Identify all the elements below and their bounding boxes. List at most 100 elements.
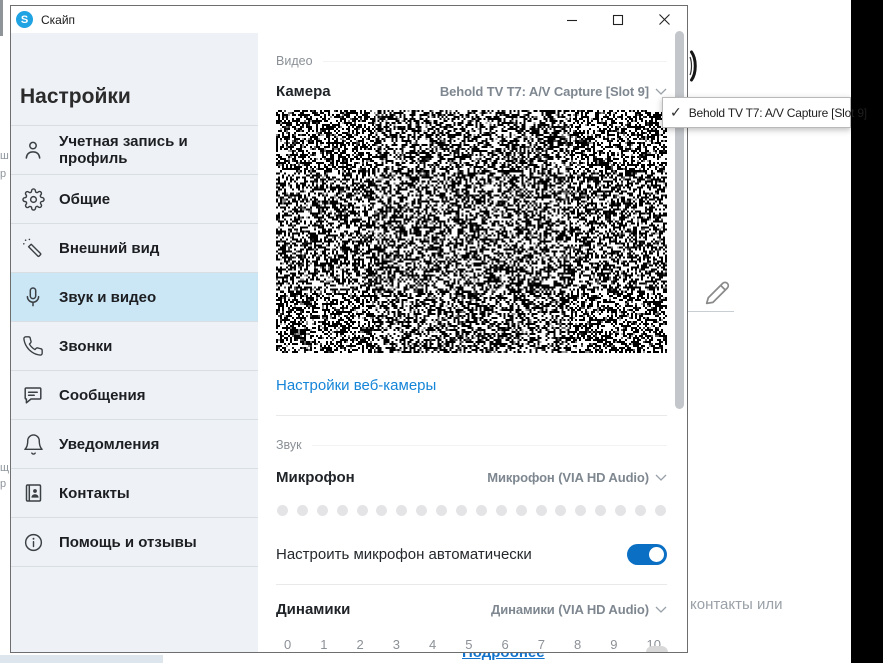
mic-level-dot [456,505,467,516]
microphone-device-dropdown[interactable]: Микрофон (VIA HD Audio) [487,470,667,485]
background-window-strip [0,655,163,663]
clipped-text-fragment: р [0,478,9,490]
window-title: Скайп [41,13,75,27]
chevron-down-icon [655,88,667,95]
scrollbar-thumb[interactable] [675,31,684,409]
sidebar-item-appearance[interactable]: Внешний вид [11,224,258,273]
gear-icon [20,186,46,212]
mic-level-dot [595,505,606,516]
volume-tick: 0 [284,637,291,652]
speakers-device-value: Динамики (VIA HD Audio) [491,602,649,617]
mic-level-dot [396,505,407,516]
bell-icon [20,431,46,457]
camera-device-value: Behold TV T7: A/V Capture [Slot 9] [440,84,649,99]
sidebar-item-notifications[interactable]: Уведомления [11,420,258,469]
section-divider-line [323,61,667,62]
mic-level-dot [655,505,666,516]
mic-level-meter [276,505,667,516]
chevron-down-icon [655,606,667,613]
video-section-label: Видео [276,54,313,68]
mic-level-dot [575,505,586,516]
maximize-icon [612,14,624,26]
camera-preview-static [276,110,667,353]
volume-slider-thumb[interactable] [646,646,668,653]
background-window-edge [0,0,3,36]
video-section-header: Видео [276,54,667,68]
skype-logo-icon: S [16,11,33,28]
microphone-icon [20,284,46,310]
sidebar-item-account[interactable]: Учетная запись и профиль [11,126,258,175]
sidebar-item-label: Внешний вид [59,240,173,257]
background-field-underline [688,311,734,312]
message-icon [20,382,46,408]
sidebar-item-help[interactable]: Помощь и отзывы [11,518,258,567]
auto-adjust-label: Настроить микрофон автоматически [276,546,532,563]
clipped-text-fragment: р [0,168,9,180]
close-icon [658,13,671,26]
sidebar-item-label: Помощь и отзывы [59,534,211,551]
sidebar-item-label: Контакты [59,485,144,502]
settings-sidebar: Настройки Учетная запись и профиль Общие В… [11,33,258,652]
sidebar-item-label: Звук и видео [59,289,170,306]
camera-device-dropdown[interactable]: Behold TV T7: A/V Capture [Slot 9] [440,84,667,99]
sidebar-item-messaging[interactable]: Сообщения [11,371,258,420]
chevron-down-icon [655,474,667,481]
pencil-icon[interactable] [702,276,734,308]
background-partial-text: контакты или [690,596,782,613]
volume-tick: 3 [393,637,400,652]
sound-section-label: Звук [276,438,302,452]
window-controls [549,6,687,33]
sound-section-header: Звук [276,438,667,452]
person-icon [20,137,46,163]
speakers-row: Динамики Динамики (VIA HD Audio) [276,599,667,619]
sidebar-item-label: Звонки [59,338,126,355]
camera-dropdown-popup-item[interactable]: ✓ Behold TV T7: A/V Capture [Slot 9] [662,97,851,128]
speakers-device-dropdown[interactable]: Динамики (VIA HD Audio) [491,602,667,617]
volume-tick: 2 [357,637,364,652]
mic-level-dot [376,505,387,516]
settings-dialog: S Скайп Настройки Учетная запись [10,5,688,653]
mic-level-dot [536,505,547,516]
checkmark-icon: ✓ [670,104,682,121]
sidebar-item-general[interactable]: Общие [11,175,258,224]
volume-tick: 8 [574,637,581,652]
volume-tick: 1 [320,637,327,652]
volume-tick: 9 [610,637,617,652]
sidebar-item-calls[interactable]: Звонки [11,322,258,371]
content-divider [276,415,667,416]
contact-card-icon [20,480,46,506]
volume-tick: 4 [429,637,436,652]
auto-adjust-toggle[interactable] [627,544,667,565]
mic-level-dot [476,505,487,516]
mic-level-dot [496,505,507,516]
dialog-body: Настройки Учетная запись и профильОбщиеВ… [11,33,687,652]
sidebar-item-label: Учетная запись и профиль [59,133,258,167]
sidebar-item-audio-video[interactable]: Звук и видео [11,273,258,322]
desktop-black-area [851,0,883,663]
mic-level-dot [555,505,566,516]
mic-level-dot [357,505,368,516]
settings-nav: Учетная запись и профиль Общие Внешний вид… [11,125,258,567]
mic-level-dot [635,505,646,516]
close-button[interactable] [641,6,687,33]
settings-heading: Настройки [20,85,258,109]
section-divider-line [312,445,667,446]
settings-content: Видео Камера Behold TV T7: A/V Capture [… [258,33,687,652]
minimize-icon [566,14,578,26]
clipped-text-fragment: ш [0,150,9,162]
mic-level-dot [436,505,447,516]
phone-icon [20,333,46,359]
microphone-label: Микрофон [276,469,355,486]
content-divider [276,584,667,585]
webcam-settings-link[interactable]: Настройки веб-камеры [276,377,436,394]
sidebar-item-contacts[interactable]: Контакты [11,469,258,518]
mic-level-dot [337,505,348,516]
minimize-button[interactable] [549,6,595,33]
sidebar-item-label: Уведомления [59,436,173,453]
mic-level-dot [516,505,527,516]
volume-tick: 5 [465,637,472,652]
microphone-device-value: Микрофон (VIA HD Audio) [487,470,649,485]
maximize-button[interactable] [595,6,641,33]
toggle-knob [649,547,664,562]
info-icon [20,529,46,555]
